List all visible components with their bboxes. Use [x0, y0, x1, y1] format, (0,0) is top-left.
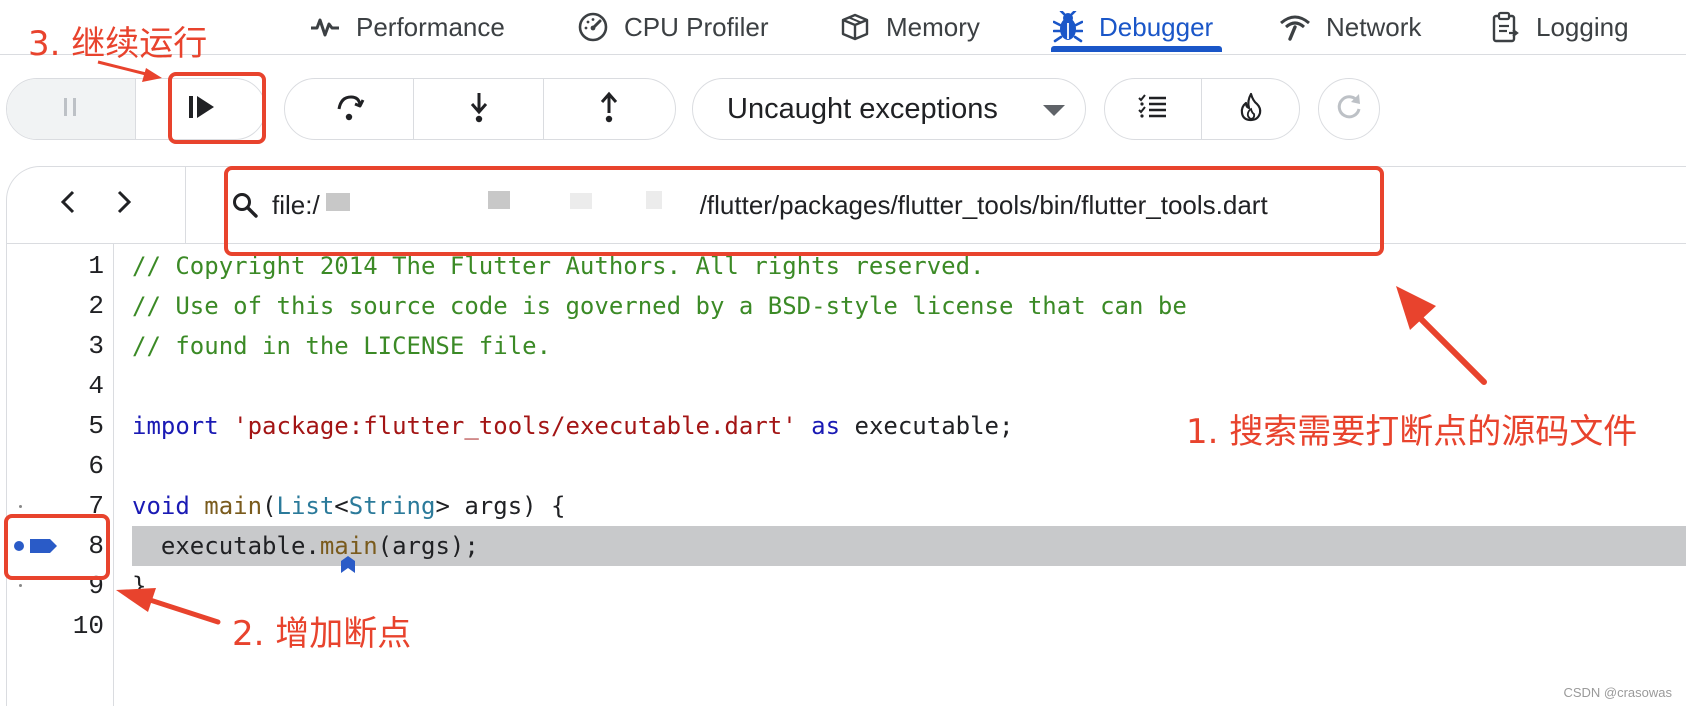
- extra-controls: [1104, 78, 1300, 140]
- hot-reload-fire-icon: [1238, 92, 1264, 127]
- tab-logging[interactable]: Logging: [1488, 0, 1629, 54]
- speedometer-icon: [576, 10, 610, 44]
- line-number[interactable]: 1: [50, 246, 104, 286]
- refresh-icon: [1333, 91, 1365, 128]
- tab-label: Logging: [1536, 11, 1629, 42]
- tab-label: Performance: [356, 11, 505, 42]
- chevron-right-icon[interactable]: [115, 188, 133, 223]
- step-out-icon: [595, 91, 623, 128]
- breakpoint-list-icon: [1138, 93, 1168, 125]
- code-line[interactable]: // Use of this source code is governed b…: [132, 286, 1187, 326]
- active-tab-indicator: [1051, 46, 1222, 52]
- annotation-step2: 2. 增加断点: [232, 614, 412, 654]
- tab-label: CPU Profiler: [624, 11, 769, 42]
- annotation-step3: 3. 继续运行: [28, 24, 208, 64]
- step-out-button[interactable]: [544, 79, 675, 139]
- code-line[interactable]: void main(List < String > args) {: [132, 486, 566, 526]
- line-number[interactable]: 4: [50, 366, 104, 406]
- chevron-left-icon[interactable]: [59, 188, 77, 223]
- gutter-dot: [19, 505, 22, 508]
- annotation-step1: 1. 搜索需要打断点的源码文件: [1186, 412, 1638, 452]
- code-line[interactable]: executable. main (args);: [132, 526, 479, 566]
- step-over-button[interactable]: [285, 79, 415, 139]
- pause-button[interactable]: [7, 79, 136, 139]
- gutter-dot: [19, 584, 22, 587]
- step-in-button[interactable]: [414, 79, 544, 139]
- bug-icon: [1051, 10, 1085, 44]
- tab-label: Memory: [886, 11, 980, 42]
- annotation-box-breakpoint: [4, 514, 110, 580]
- exception-mode-dropdown[interactable]: Uncaught exceptions: [692, 78, 1086, 140]
- history-nav: [6, 166, 186, 244]
- network-signal-icon: [1278, 10, 1312, 44]
- tab-label: Network: [1326, 11, 1422, 42]
- performance-icon: [308, 10, 342, 44]
- line-number[interactable]: 3: [50, 326, 104, 366]
- watermark: CSDN @crasowas: [1563, 685, 1672, 700]
- hot-reload-button[interactable]: [1202, 79, 1299, 139]
- step-controls: [284, 78, 676, 140]
- step-in-icon: [465, 91, 493, 128]
- line-number[interactable]: 2: [50, 286, 104, 326]
- clipboard-log-icon: [1488, 10, 1522, 44]
- code-line[interactable]: }: [132, 566, 146, 606]
- tab-memory[interactable]: Memory: [838, 0, 980, 54]
- tab-label: Debugger: [1099, 11, 1214, 42]
- annotation-box-resume: [168, 72, 266, 144]
- annotation-box-search: [224, 166, 1384, 256]
- code-line[interactable]: import 'package:flutter_tools/executable…: [132, 406, 1013, 446]
- breakpoints-button[interactable]: [1105, 79, 1202, 139]
- caret-down-icon: [1043, 105, 1065, 116]
- tab-bar: Performance CPU Profiler Memory Debugger…: [0, 0, 1686, 55]
- refresh-button[interactable]: [1318, 78, 1380, 140]
- step-over-icon: [333, 91, 365, 128]
- line-number[interactable]: 6: [50, 446, 104, 486]
- tab-network[interactable]: Network: [1278, 0, 1421, 54]
- execution-pointer-icon: [340, 556, 356, 579]
- exception-mode-value: Uncaught exceptions: [727, 92, 998, 125]
- tab-performance[interactable]: Performance: [308, 0, 505, 54]
- tab-cpu-profiler[interactable]: CPU Profiler: [576, 0, 768, 54]
- line-number[interactable]: 10: [50, 606, 104, 646]
- line-number[interactable]: 5: [50, 406, 104, 446]
- pause-icon: [62, 95, 80, 124]
- code-line[interactable]: // found in the LICENSE file.: [132, 326, 551, 366]
- memory-box-icon: [838, 10, 872, 44]
